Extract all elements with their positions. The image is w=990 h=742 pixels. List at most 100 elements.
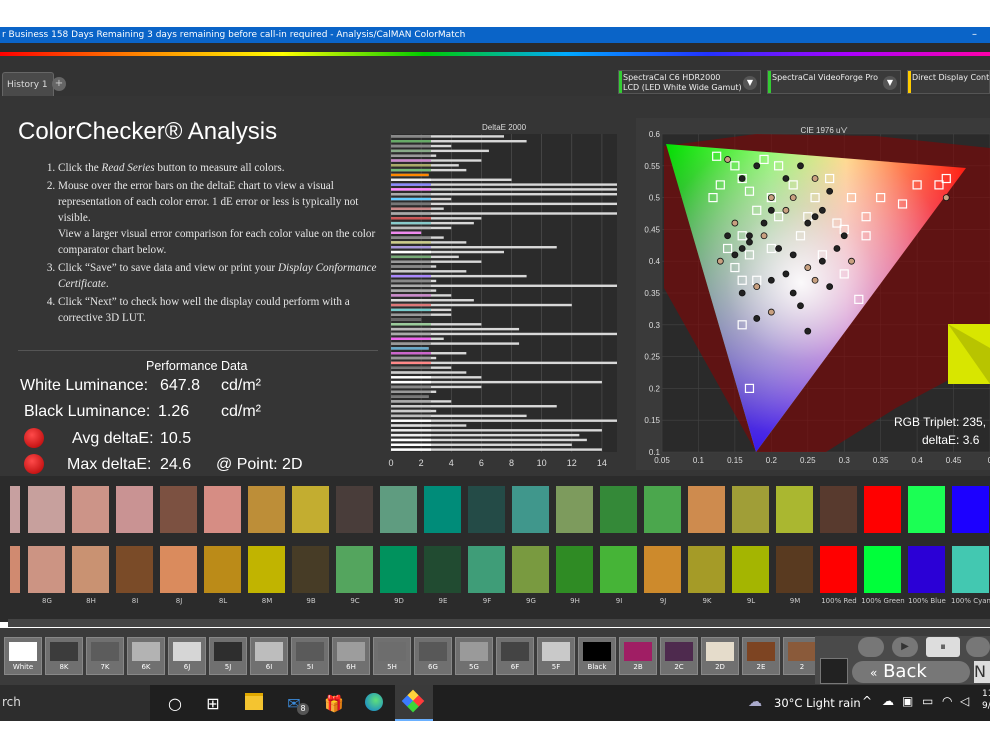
- measured-point[interactable]: [753, 315, 761, 322]
- point-button[interactable]: 7K: [86, 637, 124, 675]
- next-button[interactable]: N: [974, 661, 990, 683]
- back-button[interactable]: « Back: [852, 661, 970, 683]
- measured-swatch[interactable]: [688, 546, 725, 593]
- stop-button[interactable]: [858, 637, 884, 657]
- point-button[interactable]: 2B: [619, 637, 657, 675]
- measured-swatch[interactable]: [336, 546, 373, 593]
- point-button[interactable]: Black: [578, 637, 616, 675]
- target-swatch[interactable]: [380, 486, 417, 533]
- measured-point[interactable]: [731, 251, 739, 259]
- cortana-icon[interactable]: ○: [164, 693, 186, 715]
- chevron-down-icon[interactable]: ▼: [743, 76, 757, 90]
- search-box[interactable]: [0, 685, 150, 721]
- battery-icon[interactable]: ▭: [922, 694, 933, 708]
- point-button[interactable]: 2C: [660, 637, 698, 675]
- measured-point[interactable]: [789, 289, 797, 297]
- measured-point[interactable]: [804, 219, 812, 227]
- target-swatch[interactable]: [952, 486, 989, 533]
- target-swatch[interactable]: [28, 486, 65, 533]
- measured-point[interactable]: [782, 270, 790, 278]
- measured-swatch[interactable]: [160, 546, 197, 593]
- target-swatch[interactable]: [776, 486, 813, 533]
- onedrive-icon[interactable]: ☁: [882, 694, 894, 708]
- loop-button[interactable]: [966, 637, 990, 657]
- measured-swatch[interactable]: [248, 546, 285, 593]
- measured-point[interactable]: [833, 245, 841, 252]
- measured-point[interactable]: [760, 219, 768, 227]
- measured-point[interactable]: [724, 232, 731, 240]
- measured-point[interactable]: [782, 175, 790, 182]
- measured-point[interactable]: [811, 213, 819, 221]
- measured-point[interactable]: [789, 251, 797, 259]
- point-button[interactable]: 6J: [168, 637, 206, 675]
- chevron-down-icon[interactable]: ▼: [883, 76, 897, 90]
- volume-icon[interactable]: ◁: [960, 694, 969, 708]
- measured-point[interactable]: [753, 283, 761, 291]
- measured-point[interactable]: [789, 194, 797, 201]
- measured-point[interactable]: [731, 219, 739, 227]
- measured-swatch[interactable]: [644, 546, 681, 593]
- measured-point[interactable]: [811, 276, 819, 284]
- measured-point[interactable]: [767, 194, 775, 201]
- measured-point[interactable]: [804, 264, 812, 271]
- target-swatch[interactable]: [644, 486, 681, 533]
- point-button[interactable]: 6F: [496, 637, 534, 675]
- file-explorer-icon[interactable]: [243, 693, 265, 715]
- measured-swatch[interactable]: [776, 546, 813, 593]
- measured-swatch[interactable]: [292, 546, 329, 593]
- minimize-button[interactable]: –: [972, 27, 977, 43]
- measured-point[interactable]: [716, 257, 724, 265]
- calman-taskbar-button[interactable]: [395, 685, 433, 721]
- point-button[interactable]: White: [4, 637, 42, 675]
- measured-point[interactable]: [811, 175, 819, 182]
- target-swatch[interactable]: [248, 486, 285, 533]
- target-swatch[interactable]: [688, 486, 725, 533]
- measured-swatch[interactable]: [556, 546, 593, 593]
- measured-point[interactable]: [797, 302, 804, 310]
- point-button[interactable]: 6G: [414, 637, 452, 675]
- point-button[interactable]: 2D: [701, 637, 739, 675]
- point-button[interactable]: 5J: [209, 637, 247, 675]
- measured-swatch[interactable]: [424, 546, 461, 593]
- measured-point[interactable]: [767, 276, 775, 284]
- target-swatch[interactable]: [204, 486, 241, 533]
- measured-swatch[interactable]: [28, 546, 65, 593]
- measured-swatch[interactable]: [468, 546, 505, 593]
- target-swatch[interactable]: [160, 486, 197, 533]
- target-swatch[interactable]: [556, 486, 593, 533]
- measured-point[interactable]: [826, 187, 834, 195]
- point-button[interactable]: 5G: [455, 637, 493, 675]
- gift-icon[interactable]: 🎁: [323, 693, 345, 715]
- target-swatch[interactable]: [72, 486, 109, 533]
- point-button[interactable]: 5F: [537, 637, 575, 675]
- measured-swatch[interactable]: [204, 546, 241, 593]
- record-button[interactable]: [820, 658, 848, 684]
- security-icon[interactable]: ▣: [902, 694, 913, 708]
- target-swatch[interactable]: [292, 486, 329, 533]
- measured-swatch[interactable]: [908, 546, 945, 593]
- measured-swatch[interactable]: [512, 546, 549, 593]
- target-swatch[interactable]: [732, 486, 769, 533]
- measured-swatch[interactable]: [72, 546, 109, 593]
- measured-point[interactable]: [760, 232, 768, 240]
- measured-swatch[interactable]: [820, 546, 857, 593]
- measured-swatch[interactable]: [380, 546, 417, 593]
- play-icon[interactable]: ▶: [892, 637, 918, 657]
- measured-point[interactable]: [746, 232, 753, 240]
- clock[interactable]: 11 9/: [982, 688, 990, 712]
- target-swatch[interactable]: [468, 486, 505, 533]
- measured-point[interactable]: [782, 206, 790, 214]
- measured-point[interactable]: [804, 327, 812, 335]
- measured-swatch[interactable]: [952, 546, 989, 593]
- point-button[interactable]: 6K: [127, 637, 165, 675]
- point-button[interactable]: 5I: [291, 637, 329, 675]
- measured-point[interactable]: [724, 156, 731, 163]
- cie-chart[interactable]: CIE 1976 u'v' 0.1 0.15 0.2 0.25 0.3 0.35 0.4 0.…: [636, 118, 990, 470]
- tab-history-1[interactable]: History 1: [2, 72, 54, 97]
- device-generator-selector[interactable]: SpectraCal VideoForge Pro ▼: [767, 70, 901, 94]
- measured-point[interactable]: [738, 289, 746, 297]
- point-button[interactable]: 8K: [45, 637, 83, 675]
- point-button[interactable]: 5H: [373, 637, 411, 675]
- measured-point[interactable]: [738, 245, 746, 252]
- horizontal-scrollbar[interactable]: [8, 619, 990, 627]
